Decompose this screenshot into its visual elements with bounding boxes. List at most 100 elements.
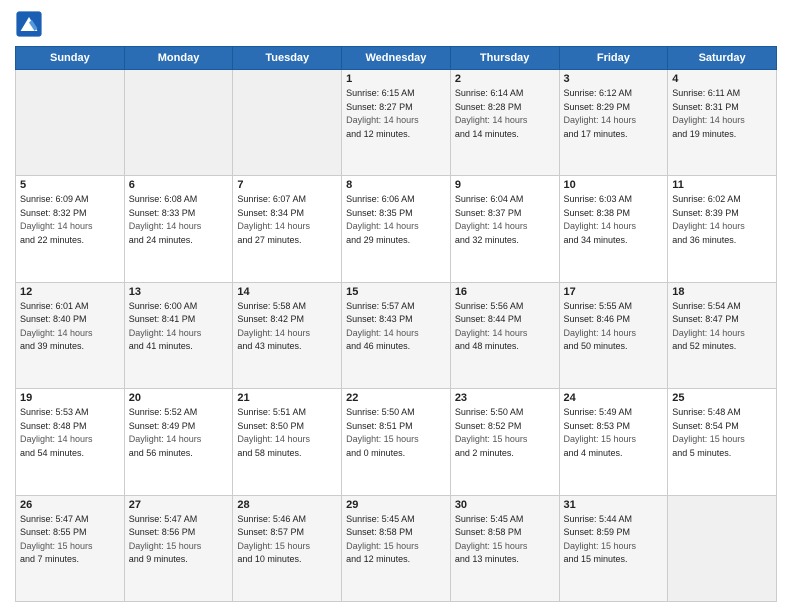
sun-info: Sunset: 8:53 PM xyxy=(564,421,631,431)
sun-info: Sunrise: 5:48 AM xyxy=(672,407,741,417)
sun-info: Sunset: 8:54 PM xyxy=(672,421,739,431)
sun-info: Sunset: 8:51 PM xyxy=(346,421,413,431)
sun-info: Sunset: 8:41 PM xyxy=(129,314,196,324)
sun-info: Sunrise: 5:49 AM xyxy=(564,407,633,417)
sun-info: Sunrise: 5:46 AM xyxy=(237,514,306,524)
daylight-hours: Daylight: 15 hours xyxy=(672,434,745,444)
day-cell: 1Sunrise: 6:15 AMSunset: 8:27 PMDaylight… xyxy=(342,70,451,176)
day-number: 14 xyxy=(237,286,337,298)
day-info: Sunrise: 5:49 AMSunset: 8:53 PMDaylight:… xyxy=(564,406,664,460)
daylight-hours: Daylight: 14 hours xyxy=(672,115,745,125)
sun-info: Sunset: 8:58 PM xyxy=(346,527,413,537)
sun-info: and 9 minutes. xyxy=(129,554,188,564)
header xyxy=(15,10,777,38)
sun-info: Sunset: 8:52 PM xyxy=(455,421,522,431)
daylight-hours: Daylight: 14 hours xyxy=(564,221,637,231)
day-info: Sunrise: 5:52 AMSunset: 8:49 PMDaylight:… xyxy=(129,406,229,460)
day-number: 28 xyxy=(237,499,337,511)
day-cell: 9 Sunrise: 6:04 AMSunset: 8:37 PMDaylight… xyxy=(450,176,559,282)
day-cell: 15Sunrise: 5:57 AMSunset: 8:43 PMDayligh… xyxy=(342,282,451,388)
day-cell: 26Sunrise: 5:47 AMSunset: 8:55 PMDayligh… xyxy=(16,495,125,601)
day-info: Sunrise: 5:46 AM Sunset: 8:57 PM Daylight:… xyxy=(237,513,337,567)
daylight-hours: Daylight: 14 hours xyxy=(129,328,202,338)
day-cell: 7Sunrise: 6:07 AMSunset: 8:34 PMDaylight… xyxy=(233,176,342,282)
sun-info: Sunrise: 6:04 AM xyxy=(455,194,524,204)
day-cell: 29Sunrise: 5:45 AMSunset: 8:58 PMDayligh… xyxy=(342,495,451,601)
logo xyxy=(15,10,45,38)
day-number: 9 xyxy=(455,179,555,191)
sun-info: and 50 minutes. xyxy=(564,341,628,351)
daylight-hours: Daylight: 14 hours xyxy=(455,328,528,338)
day-info: Sunrise: 6:14 AMSunset: 8:28 PMDaylight:… xyxy=(455,87,555,141)
sun-info: Sunset: 8:40 PM xyxy=(20,314,87,324)
sun-info: Sunrise: 5:47 AM xyxy=(20,514,89,524)
daylight-hours: Daylight: 15 hours xyxy=(237,541,310,551)
day-cell: 31Sunrise: 5:44 AMSunset: 8:59 PMDayligh… xyxy=(559,495,668,601)
daylight-hours: Daylight: 14 hours xyxy=(237,434,310,444)
day-number: 2 xyxy=(455,73,555,85)
sun-info: and 4 minutes. xyxy=(564,448,623,458)
sun-info: and 5 minutes. xyxy=(672,448,731,458)
day-number: 16 xyxy=(455,286,555,298)
day-info: Sunrise: 5:51 AMSunset: 8:50 PMDaylight:… xyxy=(237,406,337,460)
sun-info: Sunrise: 6:03 AM xyxy=(564,194,633,204)
day-cell: 8Sunrise: 6:06 AMSunset: 8:35 PMDaylight… xyxy=(342,176,451,282)
day-cell: 22Sunrise: 5:50 AMSunset: 8:51 PMDayligh… xyxy=(342,389,451,495)
day-cell: 19Sunrise: 5:53 AMSunset: 8:48 PMDayligh… xyxy=(16,389,125,495)
sun-info: Sunset: 8:27 PM xyxy=(346,102,413,112)
sun-info: and 32 minutes. xyxy=(455,235,519,245)
day-number: 8 xyxy=(346,179,446,191)
sun-info: Sunrise: 6:01 AM xyxy=(20,301,89,311)
day-number: 30 xyxy=(455,499,555,511)
day-cell xyxy=(16,70,125,176)
day-info: Sunrise: 6:04 AMSunset: 8:37 PMDaylight:… xyxy=(455,193,555,247)
day-cell: 27Sunrise: 5:47 AMSunset: 8:56 PMDayligh… xyxy=(124,495,233,601)
sun-info: Sunrise: 6:08 AM xyxy=(129,194,198,204)
sun-info: and 0 minutes. xyxy=(346,448,405,458)
day-cell: 13Sunrise: 6:00 AMSunset: 8:41 PMDayligh… xyxy=(124,282,233,388)
daylight-hours: Daylight: 14 hours xyxy=(672,221,745,231)
sun-info: and 36 minutes. xyxy=(672,235,736,245)
day-info: Sunrise: 6:02 AMSunset: 8:39 PMDaylight:… xyxy=(672,193,772,247)
day-header-tuesday: Tuesday xyxy=(233,47,342,70)
day-number: 23 xyxy=(455,392,555,404)
sun-info: and 56 minutes. xyxy=(129,448,193,458)
day-cell: 6Sunrise: 6:08 AMSunset: 8:33 PMDaylight… xyxy=(124,176,233,282)
daylight-hours: Daylight: 15 hours xyxy=(129,541,202,551)
sun-info: Sunset: 8:28 PM xyxy=(455,102,522,112)
daylight-hours: Daylight: 14 hours xyxy=(564,115,637,125)
day-info: Sunrise: 5:45 AMSunset: 8:58 PMDaylight:… xyxy=(346,513,446,567)
sun-info: and 19 minutes. xyxy=(672,129,736,139)
sun-info: and 48 minutes. xyxy=(455,341,519,351)
day-cell: 18Sunrise: 5:54 AMSunset: 8:47 PMDayligh… xyxy=(668,282,777,388)
sun-info: Sunset: 8:57 PM xyxy=(237,527,304,537)
sun-info: Sunset: 8:55 PM xyxy=(20,527,87,537)
day-header-friday: Friday xyxy=(559,47,668,70)
day-number: 18 xyxy=(672,286,772,298)
sun-info: Sunset: 8:31 PM xyxy=(672,102,739,112)
day-info: Sunrise: 6:00 AMSunset: 8:41 PMDaylight:… xyxy=(129,300,229,354)
sun-info: Sunset: 8:38 PM xyxy=(564,208,631,218)
sun-info: Sunrise: 5:51 AM xyxy=(237,407,306,417)
day-cell: 17Sunrise: 5:55 AMSunset: 8:46 PMDayligh… xyxy=(559,282,668,388)
day-info: Sunrise: 6:01 AMSunset: 8:40 PMDaylight:… xyxy=(20,300,120,354)
daylight-hours: Daylight: 15 hours xyxy=(346,434,419,444)
calendar-table: SundayMondayTuesdayWednesdayThursdayFrid… xyxy=(15,46,777,602)
day-cell: 10Sunrise: 6:03 AMSunset: 8:38 PMDayligh… xyxy=(559,176,668,282)
day-info: Sunrise: 6:09 AMSunset: 8:32 PMDaylight:… xyxy=(20,193,120,247)
day-info: Sunrise: 5:50 AMSunset: 8:51 PMDaylight:… xyxy=(346,406,446,460)
sun-info: and 2 minutes. xyxy=(455,448,514,458)
day-cell: 4Sunrise: 6:11 AMSunset: 8:31 PMDaylight… xyxy=(668,70,777,176)
sun-info: and 14 minutes. xyxy=(455,129,519,139)
sun-info: Sunset: 8:44 PM xyxy=(455,314,522,324)
sun-info: Sunrise: 6:06 AM xyxy=(346,194,415,204)
sun-info: and 10 minutes. xyxy=(237,554,301,564)
daylight-hours: Daylight: 15 hours xyxy=(455,541,528,551)
sun-info: Sunrise: 6:07 AM xyxy=(237,194,306,204)
sun-info: and 24 minutes. xyxy=(129,235,193,245)
sun-info: and 12 minutes. xyxy=(346,554,410,564)
day-number: 12 xyxy=(20,286,120,298)
sun-info: Sunset: 8:35 PM xyxy=(346,208,413,218)
sun-info: Sunrise: 6:12 AM xyxy=(564,88,633,98)
daylight-hours: Daylight: 15 hours xyxy=(564,541,637,551)
